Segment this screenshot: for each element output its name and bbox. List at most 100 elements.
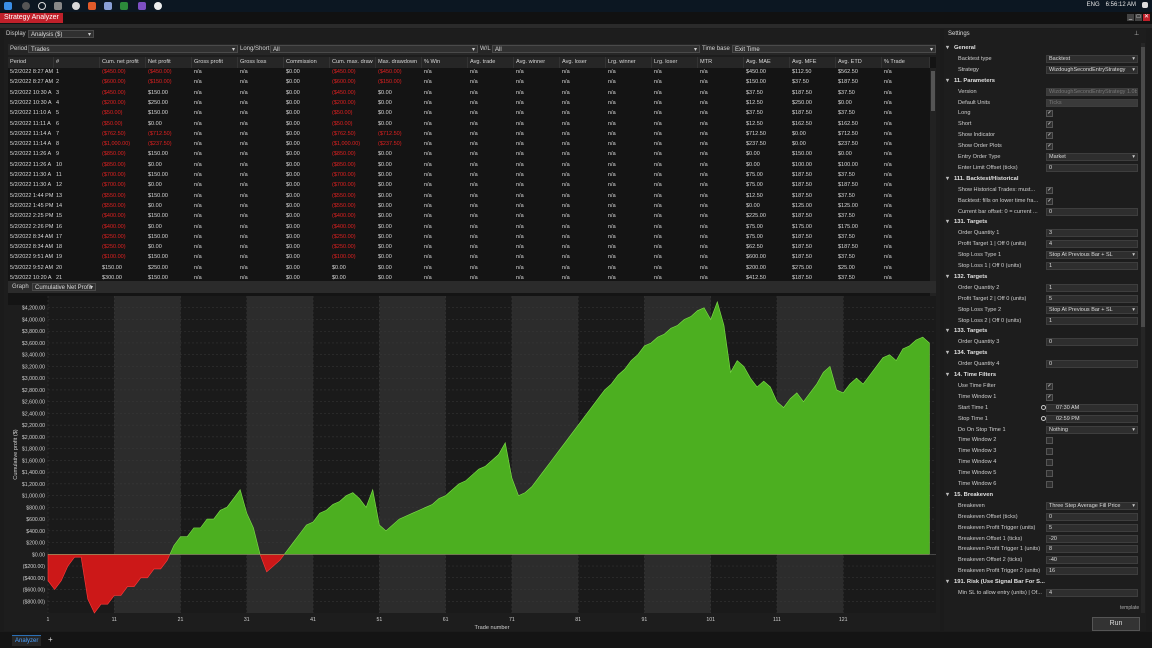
settings-section-header[interactable]: ▾ 15. Breakeven bbox=[946, 490, 1142, 500]
collapse-chevron-icon[interactable]: ▾ bbox=[946, 217, 954, 227]
collapse-chevron-icon[interactable]: ▾ bbox=[946, 326, 954, 336]
setting-dropdown[interactable]: Market bbox=[1046, 153, 1138, 161]
scroll-thumb[interactable] bbox=[931, 71, 935, 111]
table-row[interactable]: 5/3/2022 8:34 AM 18 ($250.00) $0.00 n/a n/a $0… bbox=[8, 243, 930, 253]
column-header[interactable]: Avg. trade bbox=[468, 57, 514, 68]
setting-checkbox[interactable] bbox=[1046, 470, 1053, 478]
template-link[interactable]: template bbox=[1120, 605, 1139, 611]
setting-input[interactable]: 3 bbox=[1046, 229, 1138, 238]
settings-scroll-thumb[interactable] bbox=[1141, 47, 1145, 327]
setting-time-picker[interactable]: 07:30 AM bbox=[1046, 403, 1138, 412]
table-row[interactable]: 5/2/2022 11:14 A 7 ($762.50) ($712.50) n/a n/… bbox=[8, 130, 930, 140]
notification-icon[interactable] bbox=[1142, 2, 1148, 8]
column-header[interactable]: Avg. MAE bbox=[744, 57, 790, 68]
setting-input[interactable]: 5 bbox=[1046, 294, 1138, 303]
setting-input[interactable]: 0 bbox=[1046, 360, 1138, 369]
column-header[interactable]: MTR bbox=[698, 57, 744, 68]
graph-type-select[interactable]: Cumulative Net Profit bbox=[32, 283, 96, 292]
setting-input[interactable]: -20 bbox=[1046, 534, 1138, 543]
table-row[interactable]: 5/2/2022 11:14 A 8 ($1,000.00) ($237.50) n/a… bbox=[8, 140, 930, 150]
setting-checkbox[interactable] bbox=[1046, 448, 1053, 456]
setting-input[interactable]: 1 bbox=[1046, 262, 1138, 270]
settings-section-header[interactable]: ▾ 111. Backtest/Historical bbox=[946, 174, 1142, 184]
settings-section-header[interactable]: ▾ 134. Targets bbox=[946, 348, 1142, 358]
column-header[interactable]: Cum. net profit bbox=[100, 57, 146, 68]
pin-icon[interactable]: ⊥ bbox=[1134, 30, 1139, 37]
setting-checkbox[interactable]: ✓ bbox=[1046, 382, 1053, 390]
setting-input[interactable]: 1 bbox=[1046, 316, 1138, 325]
close-icon[interactable]: ✕ bbox=[1143, 14, 1150, 21]
column-header[interactable]: Gross loss bbox=[238, 57, 284, 68]
table-row[interactable]: 5/2/2022 11:11 A 6 ($50.00) $0.00 n/a n/a $0.0… bbox=[8, 120, 930, 130]
setting-input[interactable]: 0 bbox=[1046, 163, 1138, 172]
chrome-icon[interactable] bbox=[72, 2, 80, 10]
setting-checkbox[interactable]: ✓ bbox=[1046, 197, 1053, 205]
cortana-icon[interactable] bbox=[38, 2, 46, 10]
longshort-select[interactable]: All bbox=[270, 45, 478, 54]
table-row[interactable]: 5/3/2022 9:51 AM 19 ($100.00) $150.00 n/a n/a… bbox=[8, 253, 930, 263]
wl-select[interactable]: All bbox=[492, 45, 700, 54]
setting-dropdown[interactable]: Backtest bbox=[1046, 54, 1138, 63]
setting-input[interactable]: -40 bbox=[1046, 556, 1138, 565]
setting-input[interactable]: 0 bbox=[1046, 338, 1138, 347]
settings-scrollbar[interactable] bbox=[1141, 43, 1145, 613]
language-indicator[interactable]: ENG bbox=[1087, 2, 1100, 8]
setting-checkbox[interactable]: ✓ bbox=[1046, 121, 1053, 129]
tab-analyzer[interactable]: Analyzer bbox=[12, 635, 42, 646]
column-header[interactable]: Net profit bbox=[146, 57, 192, 68]
add-tab-button[interactable]: + bbox=[48, 635, 53, 645]
setting-checkbox[interactable]: ✓ bbox=[1046, 186, 1053, 194]
display-select[interactable]: Analysis ($) bbox=[28, 30, 94, 39]
table-row[interactable]: 5/2/2022 11:10 A 5 ($50.00) $150.00 n/a n/a $0… bbox=[8, 109, 930, 119]
setting-checkbox[interactable]: ✓ bbox=[1046, 393, 1053, 401]
setting-checkbox[interactable] bbox=[1046, 481, 1053, 488]
setting-checkbox[interactable]: ✓ bbox=[1046, 110, 1053, 118]
column-header[interactable]: Cum. max. draw bbox=[330, 57, 376, 68]
setting-checkbox[interactable] bbox=[1046, 437, 1053, 445]
setting-input[interactable]: 16 bbox=[1046, 567, 1138, 576]
setting-dropdown[interactable]: Nothing bbox=[1046, 425, 1138, 434]
collapse-chevron-icon[interactable]: ▾ bbox=[946, 370, 954, 380]
settings-section-header[interactable]: ▾ 133. Targets bbox=[946, 326, 1142, 336]
collapse-chevron-icon[interactable]: ▾ bbox=[946, 272, 954, 282]
collapse-chevron-icon[interactable]: ▾ bbox=[946, 174, 954, 184]
table-row[interactable]: 5/2/2022 10:30 A 4 ($200.00) $250.00 n/a n/a $… bbox=[8, 99, 930, 109]
column-header[interactable]: Avg. MFE bbox=[790, 57, 836, 68]
setting-time-picker[interactable]: 02:59 PM bbox=[1046, 414, 1138, 423]
setting-input[interactable]: 8 bbox=[1046, 545, 1138, 554]
app-icon[interactable] bbox=[88, 2, 96, 10]
setting-dropdown[interactable]: Three Step Average Fill Price bbox=[1046, 501, 1138, 510]
minimize-icon[interactable]: _ bbox=[1127, 14, 1134, 21]
setting-dropdown[interactable]: Stop At Previous Bar + SL bbox=[1046, 251, 1138, 260]
table-row[interactable]: 5/2/2022 2:25 PM 15 ($400.00) $150.00 n/a n/a… bbox=[8, 212, 930, 222]
setting-checkbox[interactable] bbox=[1046, 459, 1053, 467]
column-header[interactable]: Avg. ETD bbox=[836, 57, 882, 68]
table-row[interactable]: 5/3/2022 9:52 AM 20 $150.00 $250.00 n/a n/a $0… bbox=[8, 264, 930, 274]
collapse-chevron-icon[interactable]: ▾ bbox=[946, 490, 954, 500]
setting-dropdown[interactable]: WizdoughSecondEntryStrategy bbox=[1046, 65, 1138, 74]
table-row[interactable]: 5/3/2022 8:34 AM 17 ($250.00) $150.00 n/a n/a… bbox=[8, 233, 930, 243]
run-button[interactable]: Run bbox=[1092, 617, 1140, 631]
clock-app-icon[interactable] bbox=[154, 2, 162, 10]
setting-checkbox[interactable]: ✓ bbox=[1046, 143, 1053, 151]
visual-studio-icon[interactable] bbox=[138, 2, 146, 10]
setting-input[interactable]: 0 bbox=[1046, 512, 1138, 521]
setting-input[interactable]: 0 bbox=[1046, 207, 1138, 216]
table-row[interactable]: 5/2/2022 2:26 PM 16 ($400.00) $0.00 n/a n/a $0… bbox=[8, 223, 930, 233]
table-row[interactable]: 5/2/2022 10:30 A 3 ($450.00) $150.00 n/a n/a $… bbox=[8, 89, 930, 99]
clock-time[interactable]: 6:56:12 AM bbox=[1106, 2, 1136, 8]
ninjatrader-icon[interactable] bbox=[120, 2, 128, 10]
period-select[interactable]: Trades bbox=[28, 45, 238, 54]
save-icon[interactable] bbox=[104, 2, 112, 10]
settings-section-header[interactable]: ▾ 11. Parameters bbox=[946, 76, 1142, 86]
column-header[interactable]: Commission bbox=[284, 57, 330, 68]
settings-section-header[interactable]: ▾ 191. Risk (Use Signal Bar For S... bbox=[946, 577, 1142, 587]
setting-checkbox[interactable]: ✓ bbox=[1046, 132, 1053, 140]
column-header[interactable]: Gross profit bbox=[192, 57, 238, 68]
table-row[interactable]: 5/2/2022 11:30 A 12 ($700.00) $0.00 n/a n/a $0… bbox=[8, 181, 930, 191]
column-header[interactable]: % Trade bbox=[882, 57, 930, 68]
setting-input[interactable]: 4 bbox=[1046, 589, 1138, 597]
windows-start-icon[interactable] bbox=[4, 2, 12, 10]
settings-section-header[interactable]: ▾ 14. Time Filters bbox=[946, 370, 1142, 380]
column-header[interactable]: Lrg. loser bbox=[652, 57, 698, 68]
